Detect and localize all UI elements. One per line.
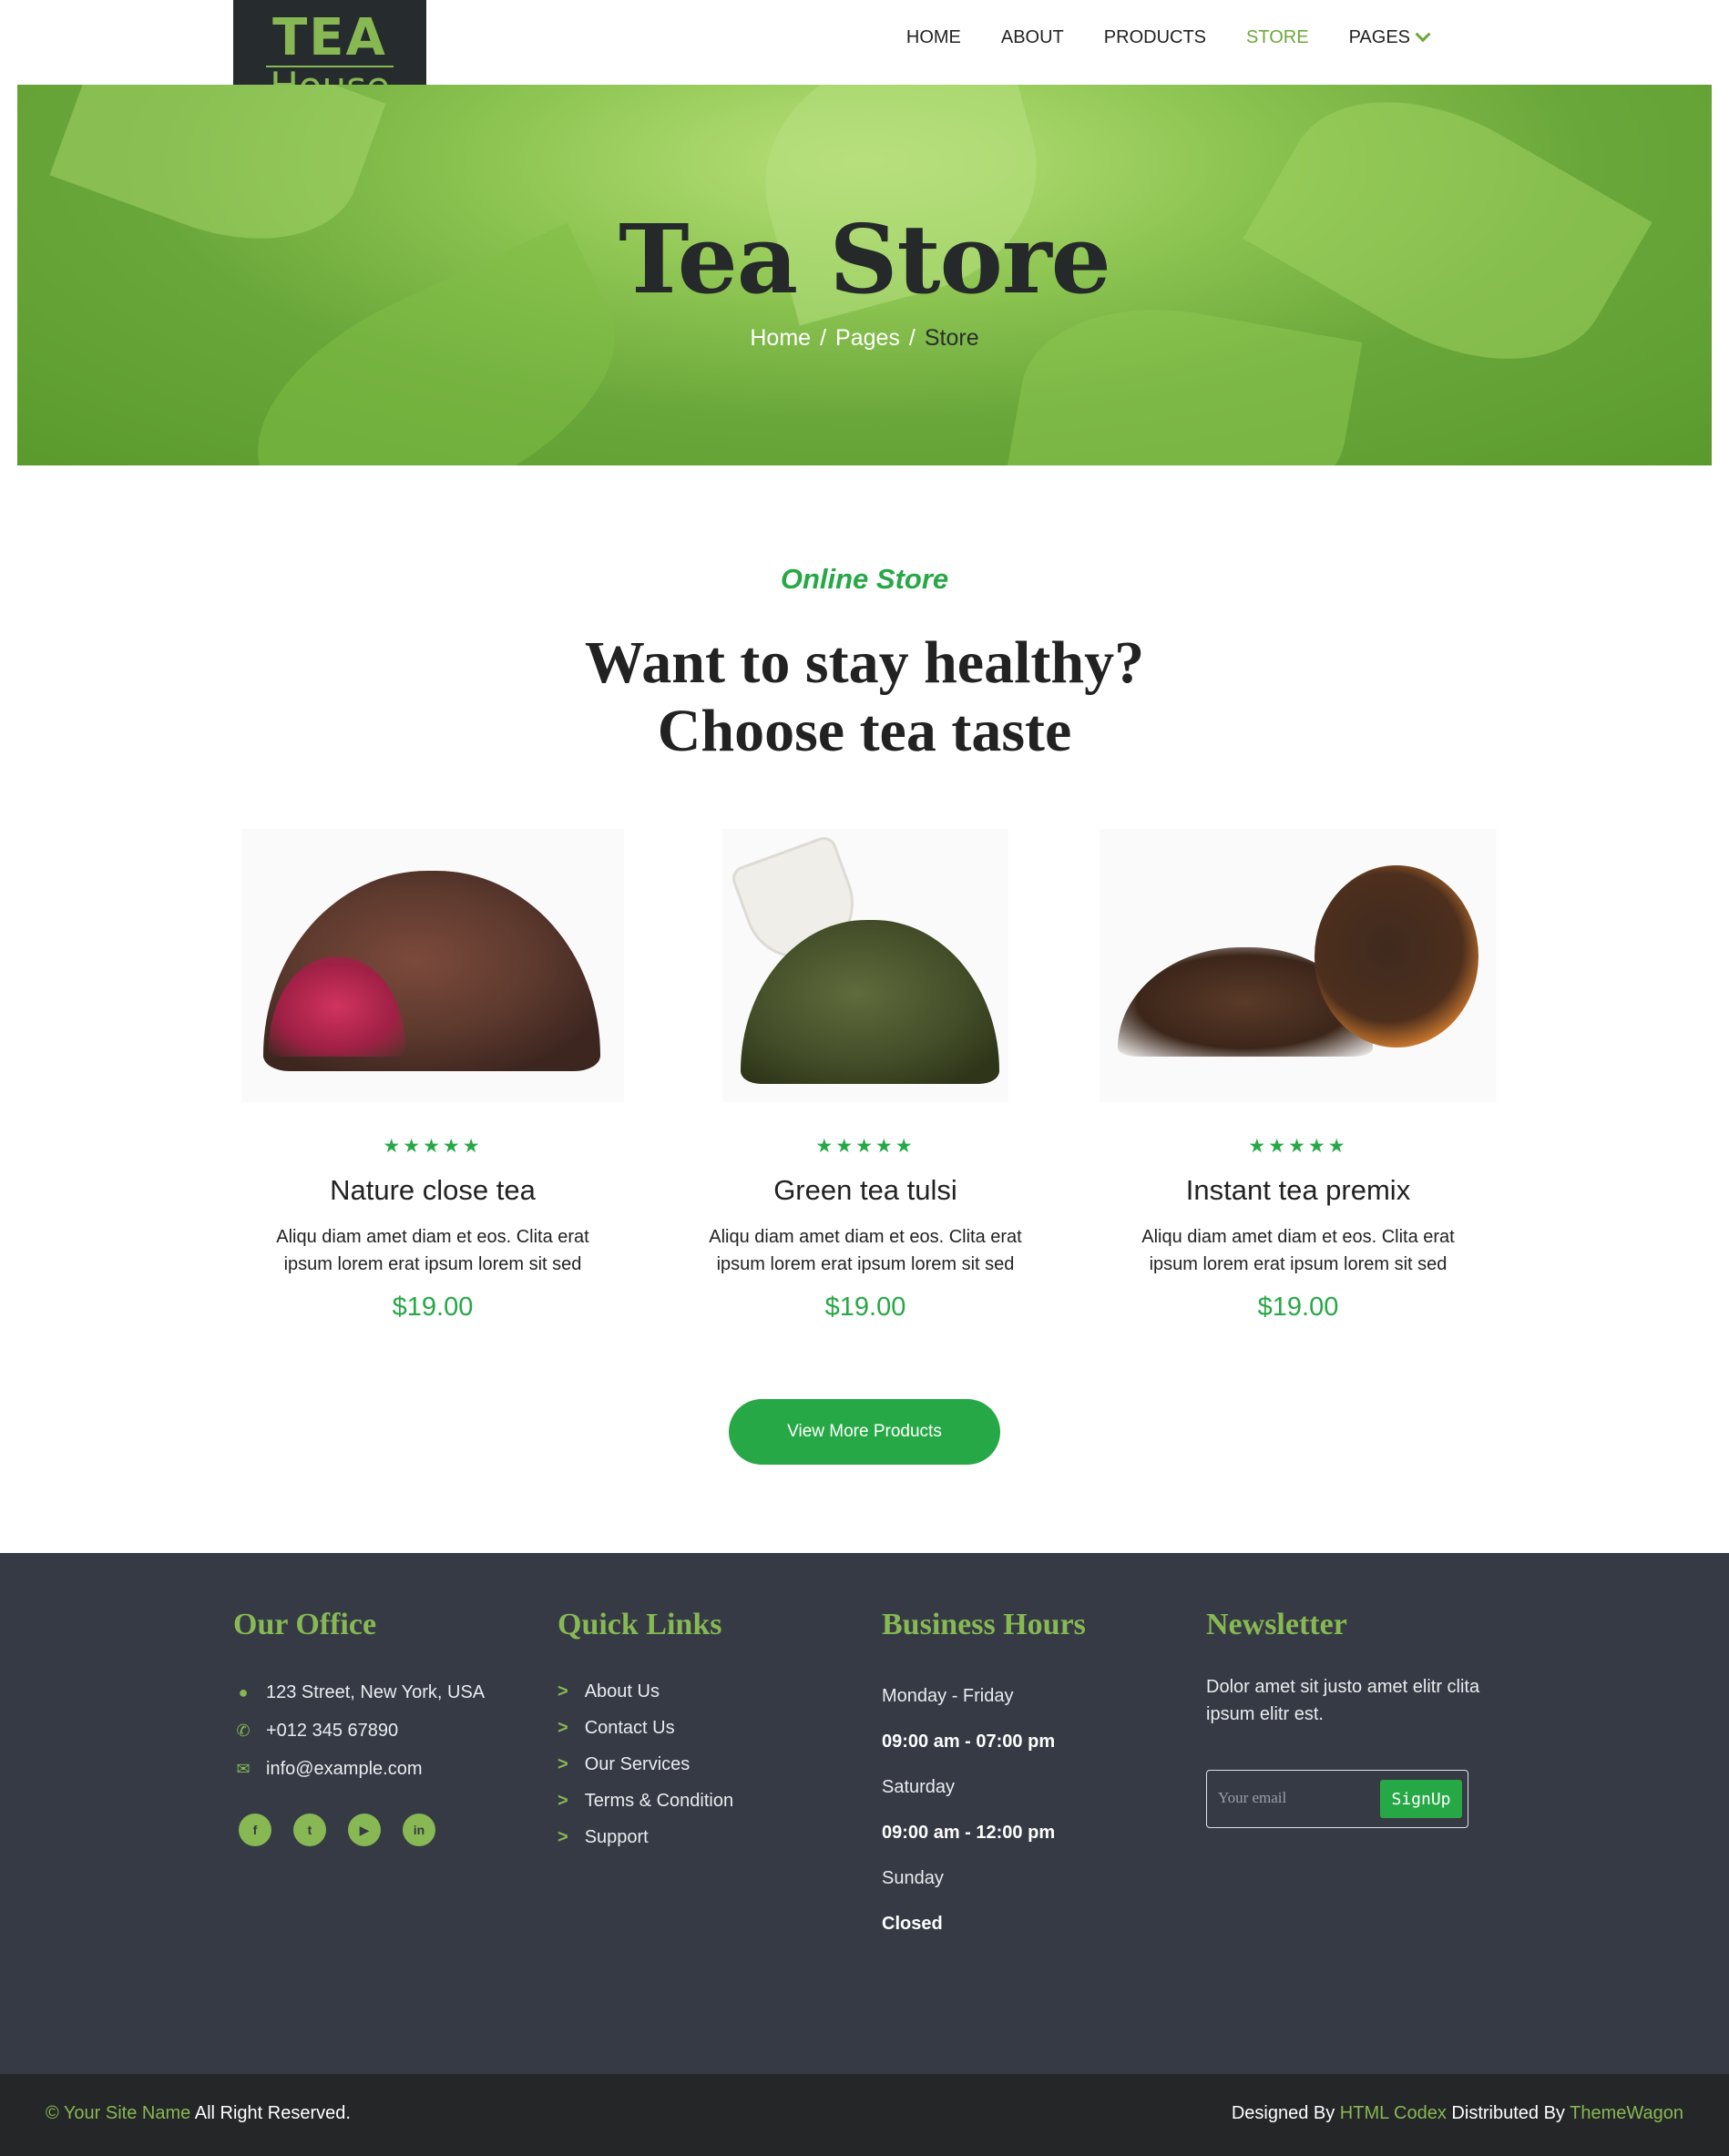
breadcrumb-separator: / [908, 325, 916, 351]
product-image[interactable] [722, 829, 1008, 1102]
product-card[interactable]: ★★★★★ Nature close tea Aliqu diam amet d… [232, 829, 633, 1323]
chevron-right-icon: > [558, 1717, 568, 1738]
designer-link[interactable]: HTML Codex [1340, 2103, 1447, 2123]
hours-time: Closed [882, 1914, 943, 1934]
facebook-icon[interactable]: f [239, 1814, 271, 1846]
main-nav: HOME ABOUT PRODUCTS STORE PAGES [906, 26, 1431, 48]
product-description: Aliqu diam amet diam et eos. Clita erat … [276, 1227, 589, 1274]
breadcrumb-pages[interactable]: Pages [835, 325, 900, 351]
site-name-link[interactable]: © Your Site Name [46, 2103, 190, 2123]
office-email: ✉ info@example.com [233, 1750, 485, 1788]
hours-label: Monday - Friday [882, 1686, 1014, 1706]
envelope-icon: ✉ [236, 1759, 251, 1778]
address-text: 123 Street, New York, USA [266, 1681, 486, 1702]
product-description: Aliqu diam amet diam et eos. Clita erat … [709, 1227, 1022, 1274]
chevron-right-icon: > [558, 1753, 568, 1774]
youtube-icon[interactable]: ▶ [348, 1814, 381, 1846]
navbar: TEA House HOME ABOUT PRODUCTS STORE PAGE… [0, 0, 1729, 153]
nav-home[interactable]: HOME [906, 27, 961, 48]
designed-by-label: Designed By [1231, 2103, 1340, 2123]
email-text: info@example.com [266, 1758, 423, 1779]
product-description: Aliqu diam amet diam et eos. Clita erat … [1141, 1227, 1455, 1274]
footer: Our Office ● 123 Street, New York, USA ✆… [0, 1553, 1729, 2074]
rights-text: All Right Reserved. [190, 2103, 351, 2123]
nav-pages-dropdown[interactable]: PAGES [1348, 26, 1431, 48]
phone-text: +012 345 67890 [266, 1720, 399, 1741]
product-name[interactable]: Instant tea premix [1098, 1174, 1499, 1207]
section-subtitle: Online Store [780, 563, 949, 595]
rating-stars: ★★★★★ [1248, 1136, 1348, 1157]
chevron-right-icon: > [558, 1826, 568, 1847]
heading-line-1: Want to stay healthy? [584, 629, 1145, 696]
nav-products[interactable]: PRODUCTS [1104, 27, 1206, 48]
product-price: $19.00 [1257, 1293, 1339, 1322]
copyright-bar: © Your Site Name All Right Reserved. Des… [0, 2074, 1729, 2156]
rating-stars: ★★★★★ [815, 1136, 916, 1157]
product-price: $19.00 [824, 1293, 906, 1322]
quick-link-contact[interactable]: > Contact Us [558, 1710, 733, 1746]
hours-label: Saturday [882, 1777, 956, 1797]
footer-heading: Quick Links [558, 1608, 722, 1641]
product-card[interactable]: ★★★★★ Green tea tulsi Aliqu diam amet di… [665, 829, 1066, 1323]
nav-pages-label: PAGES [1348, 27, 1410, 47]
product-price: $19.00 [392, 1293, 474, 1322]
linkedin-icon[interactable]: in [403, 1814, 435, 1846]
newsletter-email-input[interactable]: Your email [1218, 1789, 1286, 1807]
nav-about[interactable]: ABOUT [1001, 27, 1064, 48]
heading-line-2: Choose tea taste [657, 698, 1072, 764]
quick-link-label: About Us [584, 1681, 660, 1701]
chevron-down-icon [1415, 26, 1431, 42]
section-heading: Want to stay healthy? Choose tea taste [0, 628, 1729, 765]
hours-time: 09:00 am - 12:00 pm [882, 1823, 1056, 1843]
hours-time: 09:00 am - 07:00 pm [882, 1732, 1056, 1752]
twitter-icon[interactable]: t [293, 1814, 326, 1846]
view-more-products-button[interactable]: View More Products [729, 1399, 1000, 1465]
quick-link-label: Support [584, 1826, 649, 1847]
newsletter-text: Dolor amet sit justo amet elitr clita ip… [1206, 1677, 1480, 1724]
rating-stars: ★★★★★ [383, 1136, 483, 1157]
breadcrumb-current: Store [924, 325, 979, 351]
quick-link-label: Terms & Condition [584, 1790, 734, 1811]
office-address: ● 123 Street, New York, USA [233, 1673, 486, 1712]
quick-link-about[interactable]: > About Us [558, 1673, 733, 1710]
chevron-right-icon: > [558, 1681, 568, 1701]
product-image[interactable] [241, 829, 624, 1102]
footer-office: Our Office ● 123 Street, New York, USA ✆… [233, 1608, 485, 1846]
signup-button[interactable]: SignUp [1380, 1780, 1462, 1818]
footer-newsletter: Newsletter Dolor amet sit justo amet eli… [1206, 1608, 1498, 1828]
breadcrumb-home[interactable]: Home [750, 325, 811, 351]
office-phone: ✆ +012 345 67890 [233, 1712, 485, 1750]
product-card[interactable]: ★★★★★ Instant tea premix Aliqu diam amet… [1098, 829, 1499, 1323]
footer-business-hours: Business Hours Monday - Friday 09:00 am … [882, 1608, 1086, 1947]
nav-store[interactable]: STORE [1246, 27, 1309, 48]
logo-text-top: TEA [272, 8, 387, 67]
distributed-by-label: Distributed By [1446, 2103, 1570, 2123]
product-image[interactable] [1100, 829, 1497, 1102]
product-name[interactable]: Nature close tea [232, 1174, 633, 1207]
chevron-right-icon: > [558, 1790, 568, 1811]
newsletter-form: Your email SignUp [1206, 1770, 1468, 1828]
footer-heading: Our Office [233, 1608, 377, 1641]
hours-label: Sunday [882, 1868, 944, 1888]
tea-orange-peel-shape [1315, 865, 1478, 1047]
breadcrumb: Home / Pages / Store [17, 325, 1712, 352]
distributor-link[interactable]: ThemeWagon [1570, 2103, 1683, 2123]
footer-quick-links: Quick Links > About Us > Contact Us > Our S… [558, 1608, 733, 1855]
page-header-banner: Tea Store Home / Pages / Store [17, 85, 1712, 465]
social-links: f t ▶ in [239, 1814, 485, 1846]
page-title: Tea Store [619, 203, 1111, 315]
footer-heading: Business Hours [882, 1608, 1086, 1641]
quick-link-label: Our Services [584, 1753, 691, 1774]
quick-link-services[interactable]: > Our Services [558, 1746, 733, 1783]
copyright-text: © Your Site Name All Right Reserved. [46, 2103, 351, 2124]
map-marker-icon: ● [238, 1682, 249, 1701]
phone-icon: ✆ [236, 1721, 251, 1740]
quick-link-support[interactable]: > Support [558, 1819, 733, 1855]
breadcrumb-separator: / [820, 325, 827, 351]
footer-heading: Newsletter [1206, 1608, 1347, 1641]
quick-link-label: Contact Us [584, 1717, 675, 1738]
credits-text: Designed By HTML Codex Distributed By Th… [1232, 2103, 1683, 2124]
quick-link-terms[interactable]: > Terms & Condition [558, 1783, 733, 1819]
product-name[interactable]: Green tea tulsi [665, 1174, 1066, 1207]
